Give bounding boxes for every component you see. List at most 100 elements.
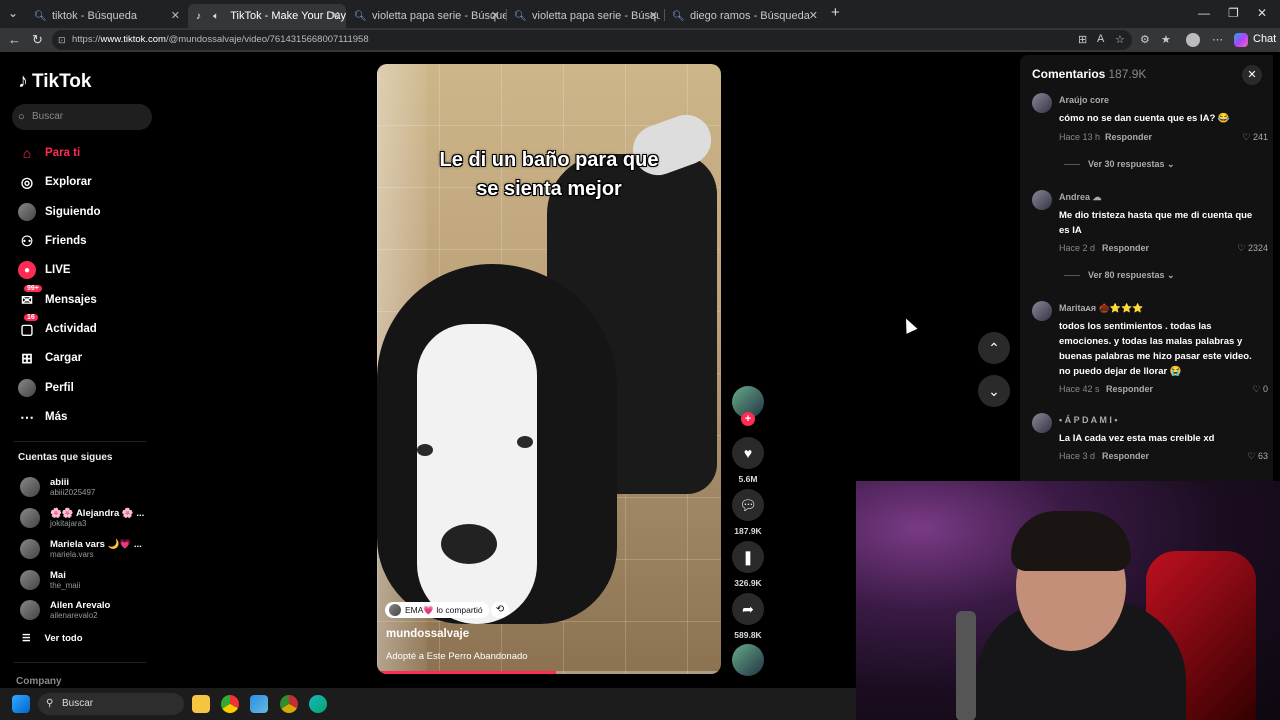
taskbar-search[interactable]: ⚲ Buscar xyxy=(38,693,184,715)
comment-like[interactable]: ♡ 241 xyxy=(1228,132,1268,143)
comment-username[interactable]: Araújo core xyxy=(1059,95,1109,105)
translate-icon[interactable]: A xyxy=(1097,33,1104,45)
view-replies-button[interactable]: Ver 30 respuestas ⌄ xyxy=(1064,159,1175,170)
close-icon[interactable]: ✕ xyxy=(649,9,658,22)
close-icon[interactable]: ✕ xyxy=(331,9,340,22)
extensions-icon[interactable]: ⚙ xyxy=(1140,33,1150,46)
tab-violetta-images[interactable]: 🔍︎ violetta papa serie - Búsqueda Imá ✕ xyxy=(506,4,664,28)
nav-para-ti[interactable]: ⌂ Para ti xyxy=(18,142,80,164)
company-link[interactable]: Company xyxy=(16,676,62,687)
profile-avatar-icon[interactable] xyxy=(1186,33,1200,47)
nav-explorar[interactable]: ◎ Explorar xyxy=(18,171,92,193)
windows-start-icon[interactable] xyxy=(12,695,30,713)
nav-actividad[interactable]: ▢ 16 Actividad xyxy=(18,314,97,340)
repost-icon[interactable]: ⟲ xyxy=(491,602,509,618)
comment-text: todos los sentimientos . todas las emoci… xyxy=(1059,321,1252,377)
repost-chip[interactable]: EMA💗 lo compartió xyxy=(385,602,489,618)
copilot-icon[interactable] xyxy=(1234,33,1248,47)
tab-tiktok-active[interactable]: ♪ 🔈︎ TikTok - Make Your Day ✕ xyxy=(188,4,346,28)
tab-list-icon[interactable]: ⌄ xyxy=(8,6,18,20)
close-icon[interactable]: ✕ xyxy=(809,9,818,22)
comment-like[interactable]: ♡ 63 xyxy=(1228,451,1268,462)
following-account[interactable]: abiii abiii2025497 xyxy=(20,474,95,500)
live-icon: ● xyxy=(18,261,36,279)
next-video-button[interactable]: ⌄ xyxy=(978,375,1010,407)
video-author[interactable]: mundossalvaje xyxy=(386,628,469,640)
home-icon: ⌂ xyxy=(22,145,32,161)
comment-time: Hace 13 h xyxy=(1059,132,1101,142)
tiktok-logo[interactable]: ♪ TikTok xyxy=(18,70,91,93)
following-account[interactable]: Mariela vars 🌙💗 ... mariela.vars xyxy=(20,536,142,562)
video-progress-bar[interactable] xyxy=(377,671,721,674)
following-account[interactable]: Ailen Arevalo ailenarevalo2 xyxy=(20,597,110,623)
edge-icon[interactable] xyxy=(309,695,327,713)
view-replies-button[interactable]: Ver 80 respuestas ⌄ xyxy=(1064,270,1175,281)
see-all-link[interactable]: ☰ Ver todo xyxy=(22,633,83,644)
nav-perfil[interactable]: Perfil xyxy=(18,377,74,399)
following-account[interactable]: 🌸🌸 Alejandra 🌸 ... jokitajara3 xyxy=(20,505,144,531)
favorite-star-icon[interactable]: ☆ xyxy=(1115,33,1125,46)
nav-label: Actividad xyxy=(45,323,97,335)
speaker-icon[interactable]: 🔈︎ xyxy=(213,11,224,22)
reply-button[interactable]: Responder xyxy=(1102,451,1149,461)
close-icon[interactable]: ✕ xyxy=(171,9,180,22)
comment-like[interactable]: ♡ 0 xyxy=(1228,384,1268,395)
comment-like[interactable]: ♡ 2324 xyxy=(1228,243,1268,254)
refresh-icon[interactable]: ↻ xyxy=(32,32,43,48)
avatar[interactable] xyxy=(1032,301,1052,321)
minimize-icon[interactable]: — xyxy=(1198,6,1210,20)
file-explorer-icon[interactable] xyxy=(192,695,210,713)
comment-username[interactable]: Maritaᴀᴙ 🌰⭐⭐⭐ xyxy=(1059,303,1143,314)
save-button[interactable]: ❚ xyxy=(732,541,764,573)
tab-tiktok-search[interactable]: 🔍︎ tiktok - Búsqueda ✕ xyxy=(26,4,186,28)
following-avatar-icon xyxy=(18,203,36,221)
chrome-icon[interactable] xyxy=(221,695,239,713)
webcam-person-hair xyxy=(1011,511,1131,571)
reply-button[interactable]: Responder xyxy=(1105,132,1152,142)
share-button[interactable]: ➦ xyxy=(732,593,764,625)
restore-icon[interactable]: ❐ xyxy=(1228,6,1239,20)
close-window-icon[interactable]: ✕ xyxy=(1257,6,1267,20)
sidebar-divider xyxy=(14,662,146,663)
reply-button[interactable]: Responder xyxy=(1106,384,1153,394)
tab-diego-search[interactable]: 🔍︎ diego ramos - Búsqueda ✕ xyxy=(664,4,824,28)
comment-username[interactable]: • Á P D A M I • xyxy=(1059,415,1117,425)
comment-username[interactable]: Andrea ☁ xyxy=(1059,192,1102,203)
nav-mas[interactable]: ⋯ Más xyxy=(18,406,67,428)
avatar xyxy=(20,539,40,559)
site-info-icon[interactable]: ⊡ xyxy=(58,30,66,50)
close-comments-button[interactable]: ✕ xyxy=(1242,65,1262,85)
follow-plus-icon[interactable]: + xyxy=(741,412,755,426)
url-path: /@mundossalvaje/video/761431566800711195… xyxy=(165,34,369,45)
avatar[interactable] xyxy=(1032,93,1052,113)
reply-button[interactable]: Responder xyxy=(1102,243,1149,253)
following-account[interactable]: Mai the_maii xyxy=(20,567,80,593)
menu-dots-icon[interactable]: ⋯ xyxy=(1212,33,1223,46)
music-disc-avatar[interactable] xyxy=(732,644,764,676)
app-available-icon[interactable]: ⊞ xyxy=(1078,33,1087,46)
photos-app-icon[interactable] xyxy=(250,695,268,713)
heart-icon: ♡ xyxy=(1247,451,1258,461)
tab-violetta-search[interactable]: 🔍︎ violetta papa serie - Búsqueda ✕ xyxy=(346,4,506,28)
url-bar[interactable]: ⊡ https://www.tiktok.com/@mundossalvaje/… xyxy=(52,30,1132,50)
new-tab-button[interactable]: + xyxy=(831,4,840,21)
video-frame-dog-blaze xyxy=(417,324,537,624)
nav-siguiendo[interactable]: Siguiendo xyxy=(18,201,101,223)
nav-mensajes[interactable]: ✉ 99+ Mensajes xyxy=(18,285,97,311)
back-icon[interactable]: ← xyxy=(8,32,21,47)
close-icon[interactable]: ✕ xyxy=(491,9,500,22)
comments-count: 187.9K xyxy=(1108,67,1147,81)
avatar[interactable] xyxy=(1032,413,1052,433)
previous-video-button[interactable]: ⌃ xyxy=(978,332,1010,364)
nav-live[interactable]: ● LIVE xyxy=(18,259,71,281)
copilot-chat-button[interactable]: Chat xyxy=(1253,33,1276,45)
nav-cargar[interactable]: ⊞ Cargar xyxy=(18,347,82,369)
like-button[interactable]: ♥ xyxy=(732,437,764,469)
nav-friends[interactable]: ⚇ Friends xyxy=(18,230,87,252)
favorites-icon[interactable]: ★ xyxy=(1161,33,1171,46)
comment-button[interactable]: 💬︎ xyxy=(732,489,764,521)
video-player[interactable]: Le di un baño para que se sienta mejor E… xyxy=(377,64,721,674)
sidebar-search-input[interactable]: ○ Buscar xyxy=(12,104,152,130)
avatar[interactable] xyxy=(1032,190,1052,210)
chrome-profile-icon[interactable] xyxy=(280,695,298,713)
